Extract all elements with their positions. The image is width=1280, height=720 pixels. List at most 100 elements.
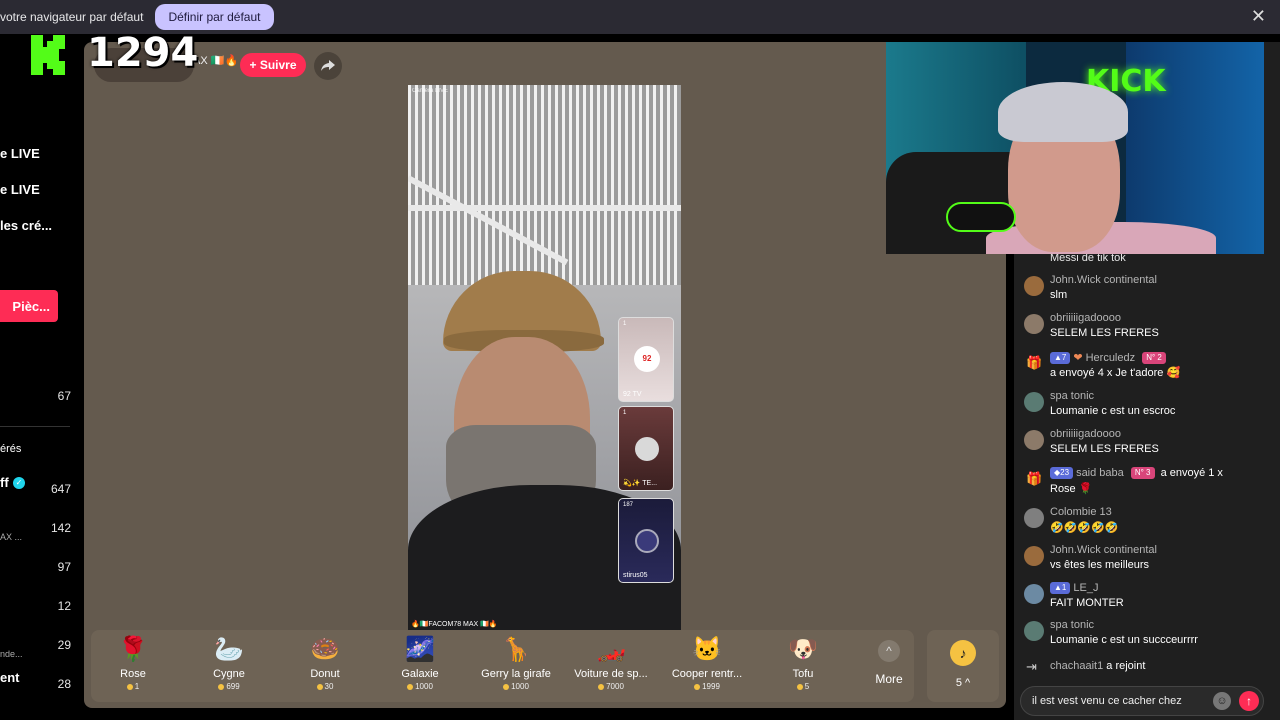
rank-badge: N° 2 — [1142, 352, 1166, 364]
sidebar-item-live-2[interactable]: e LIVE — [0, 182, 40, 197]
following-name[interactable]: ent — [0, 670, 20, 685]
donut-icon: 🍩 — [310, 636, 340, 663]
gift-galaxy[interactable]: 🌌 Galaxie 1000 — [375, 636, 465, 698]
chat-message: obriiiiigadoooo SELEM LES FRERES — [1022, 312, 1272, 346]
share-icon[interactable] — [314, 52, 342, 80]
avatar[interactable] — [1024, 392, 1044, 412]
coins-count: 5 ^ — [955, 677, 971, 689]
gift-cooper[interactable]: 🐱 Cooper rentr... 1999 — [662, 636, 752, 698]
chat-username[interactable]: LE_J — [1073, 582, 1098, 594]
coins-balance-button[interactable]: ♪ 5 ^ — [927, 630, 999, 702]
chat-input[interactable]: il est vest venu ce cacher chez ☺ ↑ — [1020, 686, 1264, 716]
chat-join-line: chachaait1 a rejoint — [1050, 660, 1145, 672]
chat-gift-message: 🎁 ◆23 said baba N° 3 a envoyé 1 x Rose 🌹 — [1022, 467, 1272, 505]
chat-username[interactable]: John.Wick continental — [1050, 544, 1157, 556]
chat-username[interactable]: Colombie 13 — [1050, 506, 1112, 518]
emoji-icon[interactable]: ☺ — [1213, 692, 1231, 710]
set-default-button[interactable]: Définir par défaut — [155, 4, 274, 30]
guest-card[interactable]: 1 💫✨ TE... — [618, 406, 674, 491]
coin-icon — [126, 683, 133, 690]
coin-icon — [598, 683, 605, 690]
coin-icon — [796, 683, 803, 690]
gift-price: 30 — [280, 682, 370, 691]
chat-message-text: Loumanie c est un succceurrrr — [1050, 634, 1198, 646]
following-count: 647 — [50, 482, 71, 496]
sidebar-item-creators[interactable]: les cré... — [0, 218, 52, 233]
level-badge: ▲7 — [1050, 352, 1071, 364]
kick-logo — [31, 35, 65, 75]
gift-bar: 🌹 Rose 1 🦢 Cygne 699 🍩 Donut 30 🌌 Galaxi… — [91, 630, 914, 702]
more-gifts-button[interactable]: ^ More — [859, 630, 919, 702]
guest-card[interactable]: 187 stirus05 — [618, 498, 674, 583]
coin-icon — [316, 683, 323, 690]
gift-price: 1 — [88, 682, 178, 691]
rank-badge: N° 3 — [1130, 467, 1155, 479]
gift-price: 1999 — [662, 682, 752, 691]
avatar[interactable] — [1024, 546, 1044, 566]
gift-giraffe[interactable]: 🦒 Gerry la girafe 1000 — [471, 636, 561, 698]
chat-message-text: a envoyé 1 x — [1160, 467, 1223, 479]
following-count: 29 — [57, 638, 71, 652]
sidebar-item-live[interactable]: e LIVE — [0, 146, 40, 161]
coin-icon — [407, 683, 414, 690]
sidebar: e LIVE e LIVE les cré... Pièc... 67 érés… — [0, 34, 84, 720]
gift-rose[interactable]: 🌹 Rose 1 — [88, 636, 178, 698]
gift-price: 1000 — [471, 682, 561, 691]
following-sub: AX ... — [0, 532, 23, 542]
avatar[interactable] — [1024, 508, 1044, 528]
gift-name: Cooper rentr... — [671, 668, 743, 680]
guest-name: 92 TV — [623, 391, 642, 398]
chat-username[interactable]: Herculedz — [1086, 352, 1136, 364]
chat-username[interactable]: spa tonic — [1050, 390, 1094, 402]
avatar[interactable] — [1024, 621, 1044, 641]
score-counter: 1294 — [87, 30, 199, 76]
chat-username[interactable]: said baba — [1076, 467, 1124, 479]
level-badge: ▲1 — [1050, 582, 1071, 594]
send-icon[interactable]: ↑ — [1239, 691, 1259, 711]
gift-name: Voiture de sp... — [574, 668, 648, 680]
chat-username[interactable]: obriiiiigadoooo — [1050, 428, 1121, 440]
section-label: érés — [0, 443, 22, 455]
guest-card[interactable]: 1 92 92 TV — [618, 317, 674, 402]
gift-donut[interactable]: 🍩 Donut 30 — [280, 636, 370, 698]
gift-sports-car[interactable]: 🏎️ Voiture de sp... 7000 — [566, 636, 656, 698]
gift-tofu[interactable]: 🐶 Tofu 5 — [758, 636, 848, 698]
chat-username[interactable]: spa tonic — [1050, 619, 1094, 631]
video-beam — [408, 205, 681, 211]
tv-logo: 92 — [634, 346, 660, 372]
chat-username[interactable]: obriiiiigadoooo — [1050, 312, 1121, 324]
gift-name: Donut — [310, 668, 340, 680]
follow-button[interactable]: + Suivre — [240, 53, 306, 77]
chat-message-text: 🤣🤣🤣🤣🤣 — [1050, 522, 1119, 534]
avatar[interactable] — [1024, 430, 1044, 450]
live-video[interactable]: Caméra LIVE 🔥🇮🇪FACOM78 MAX 🇮🇪🔥 1 92 92 T… — [408, 85, 681, 630]
chat-username[interactable]: John.Wick continental — [1050, 274, 1157, 286]
guest-count: 187 — [623, 502, 634, 508]
following-count: 28 — [57, 677, 71, 691]
following-sub: nde... — [0, 649, 23, 659]
chat-message: John.Wick continental vs êtes les meille… — [1022, 544, 1272, 578]
guest-avatar — [635, 529, 659, 553]
chat-input-value: il est vest venu ce cacher chez — [1032, 695, 1182, 707]
avatar[interactable] — [1024, 584, 1044, 604]
guest-avatar — [635, 437, 659, 461]
chat-message: John.Wick continental slm — [1022, 274, 1272, 308]
avatar[interactable] — [1024, 276, 1044, 296]
chat-message-text: vs êtes les meilleurs — [1050, 559, 1150, 571]
gift-icon: 🎁 — [1026, 355, 1043, 370]
enter-icon: ⇥ — [1026, 659, 1037, 674]
following-name[interactable]: ff — [0, 475, 9, 490]
sidebar-divider — [0, 426, 70, 427]
gift-swan[interactable]: 🦢 Cygne 699 — [184, 636, 274, 698]
close-icon[interactable]: ✕ — [1251, 6, 1266, 26]
video-watermark: Caméra LIVE — [412, 88, 449, 94]
level-badge: ◆23 — [1050, 467, 1074, 479]
avatar[interactable] — [1024, 314, 1044, 334]
coins-button[interactable]: Pièc... — [0, 290, 58, 322]
chat-username[interactable]: chachaait1 — [1050, 660, 1103, 672]
gift-price: 7000 — [566, 682, 656, 691]
video-ceiling — [408, 85, 681, 285]
chat-username-line: ▲1 LE_J — [1050, 582, 1098, 594]
following-count: 97 — [57, 560, 71, 574]
rose-icon: 🌹 — [118, 636, 148, 663]
